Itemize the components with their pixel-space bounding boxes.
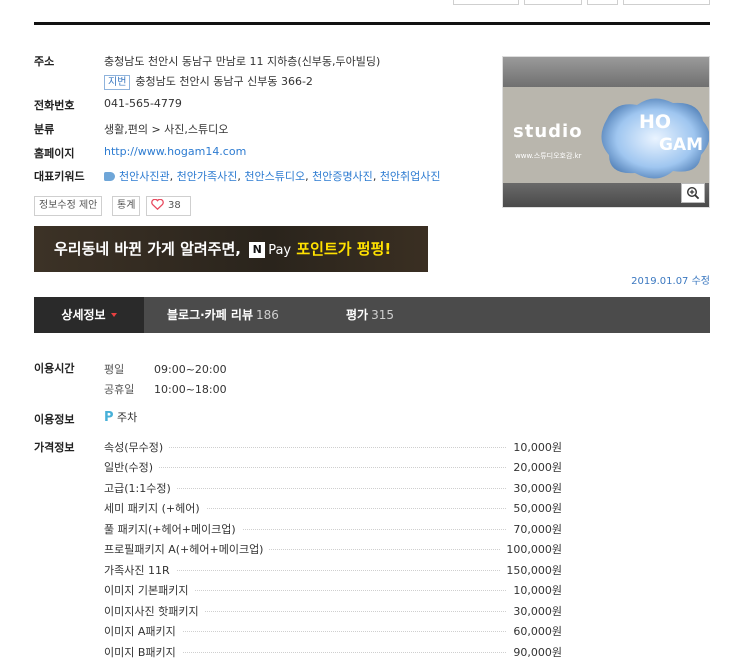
keyword-link[interactable]: 천안스튜디오 [244,170,305,183]
parking-icon: P [104,410,114,425]
tab-blog-cafe-review[interactable]: 블로그·카페 리뷰 186 [167,297,279,333]
stats-button[interactable]: 통계 [112,196,141,216]
sign-gam-text: GAM [659,135,704,155]
top-button-1[interactable] [453,0,519,5]
header-divider [34,22,710,25]
keywords-label: 대표키워드 [34,170,85,183]
keyword-link[interactable]: 천안사진관 [119,170,170,183]
price-row: 프로필패키지 A(+헤어+메이크업) 100,000원 [104,541,562,557]
top-button-3[interactable] [587,0,618,5]
price-label: 가격정보 [34,441,75,454]
tab-rating[interactable]: 평가 315 [346,297,394,333]
category-label: 분류 [34,123,55,136]
address-label: 주소 [34,55,55,68]
like-button[interactable]: 38 [146,196,191,216]
sign-studio-text: studio [513,121,583,142]
review-count: 186 [256,308,279,322]
jibeon-address-line: 지번 충청남도 천안시 동남구 신부동 366-2 [104,73,313,90]
zoom-in-icon [686,186,700,200]
npay-logo-icon: N [249,242,266,258]
price-row: 풀 패키지(+헤어+메이크업) 70,000원 [104,521,562,537]
like-count: 38 [168,200,181,211]
caret-down-icon [110,313,117,317]
price-row: 일반(수정) 20,000원 [104,459,562,475]
keyword-link[interactable]: 천안증명사진 [312,170,373,183]
jibeon-address: 충청남도 천안시 동남구 신부동 366-2 [135,75,313,88]
place-photo[interactable]: studio HO GAM www.스튜디오호감.kr [502,56,710,208]
price-row: 이미지사진 핫패키지 30,000원 [104,603,562,619]
category-value: 생활,편의 > 사진,스튜디오 [104,123,229,136]
price-row: 가족사진 11R 150,000원 [104,562,562,578]
price-row: 속성(무수정) 10,000원 [104,439,562,455]
price-row: 이미지 A패키지 60,000원 [104,623,562,639]
keywords-list: 천안사진관, 천안가족사진, 천안스튜디오, 천안증명사진, 천안취업사진 [104,168,441,184]
tag-icon [104,172,115,181]
price-row: 이미지 B패키지 90,000원 [104,644,562,660]
homepage-link[interactable]: http://www.hogam14.com [104,145,246,158]
tab-detail-info[interactable]: 상세정보 [34,297,144,333]
updated-date: 2019.01.07 수정 [631,276,710,287]
detail-tabs: 상세정보 블로그·카페 리뷰 186 평가 315 [34,297,710,333]
parking-info: P 주차 [104,410,138,425]
usage-label: 이용정보 [34,413,75,426]
keyword-link[interactable]: 천안취업사진 [380,170,441,183]
keyword-link[interactable]: 천안가족사진 [177,170,238,183]
hours-label: 이용시간 [34,362,75,375]
price-row: 고급(1:1수정) 30,000원 [104,480,562,496]
hours-holiday: 공휴일 10:00~18:00 [104,383,227,396]
rating-count: 315 [371,308,394,322]
top-button-4[interactable] [623,0,710,5]
phone-label: 전화번호 [34,99,75,112]
banner-text: 우리동네 바뀐 가게 알려주면, N Pay 포인트가 펑펑! [54,240,392,258]
sign-ho-text: HO [639,111,672,133]
road-address: 충청남도 천안시 동남구 만남로 11 지하층(신부동,두아빌딩) [104,55,381,68]
top-button-2[interactable] [524,0,582,5]
sign-url-text: www.스튜디오호감.kr [515,152,582,160]
zoom-button[interactable] [681,183,705,203]
heart-icon [151,199,164,210]
homepage-label: 홈페이지 [34,147,75,160]
hours-weekday: 평일 09:00~20:00 [104,363,227,376]
price-row: 이미지 기본패키지 10,000원 [104,582,562,598]
price-row: 세미 패키지 (+헤어) 50,000원 [104,500,562,516]
jibeon-badge[interactable]: 지번 [104,75,131,90]
phone-number[interactable]: 041-565-4779 [104,97,182,110]
edit-info-button[interactable]: 정보수정 제안 [34,196,103,216]
npay-promo-banner[interactable]: 우리동네 바뀐 가게 알려주면, N Pay 포인트가 펑펑! [34,226,428,272]
